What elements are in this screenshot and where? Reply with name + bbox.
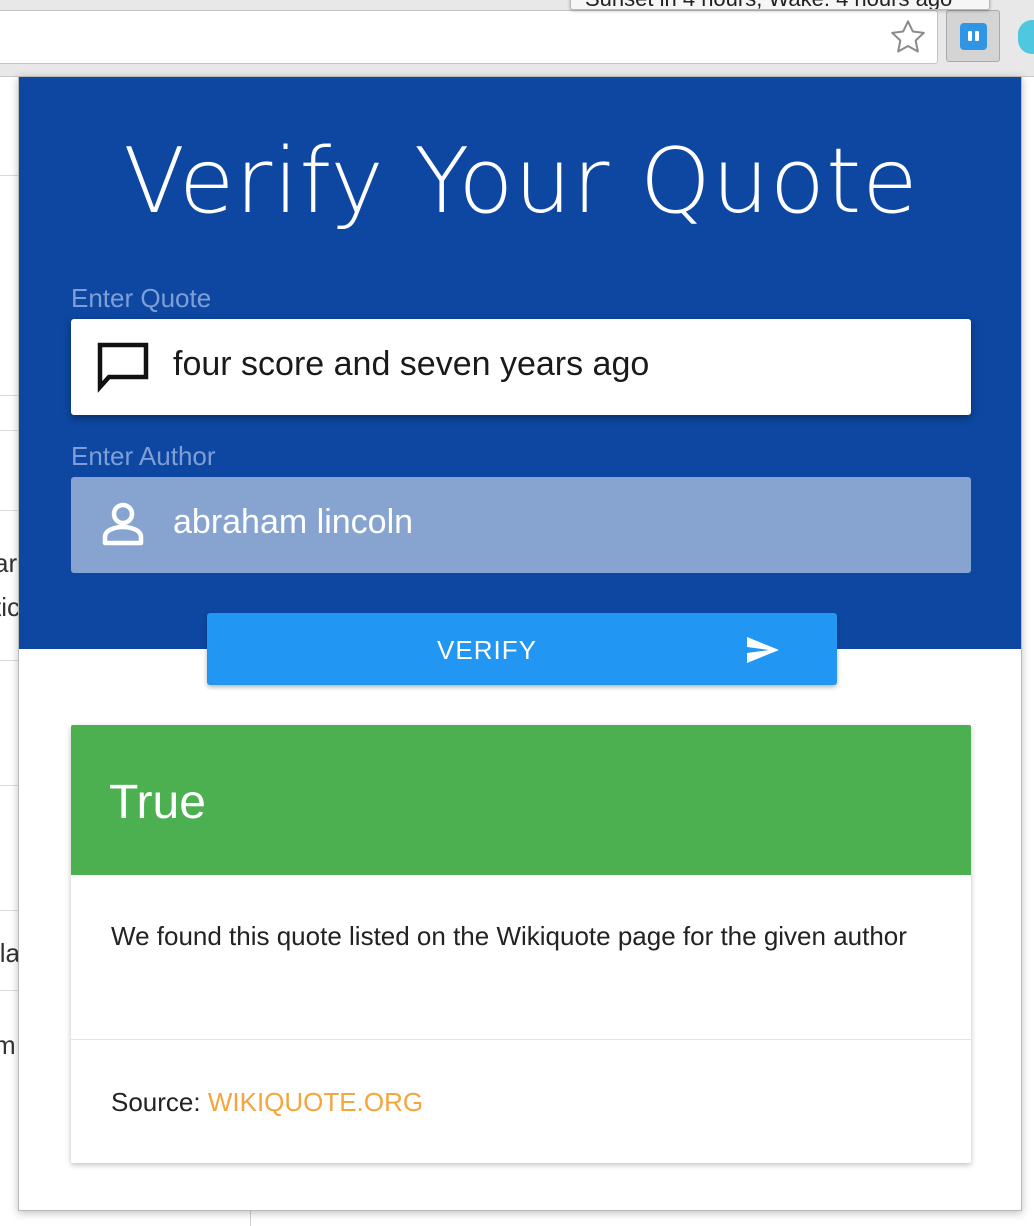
bg-divider xyxy=(0,175,20,176)
bg-divider xyxy=(0,510,20,511)
bg-divider xyxy=(0,785,20,786)
author-field-label: Enter Author xyxy=(71,441,216,471)
bg-text-fragment: m xyxy=(0,1030,16,1060)
card-divider xyxy=(71,1039,971,1040)
quote-input[interactable] xyxy=(173,345,933,384)
bg-divider xyxy=(0,910,20,911)
browser-toolbar xyxy=(0,0,1034,77)
author-input[interactable] xyxy=(173,503,933,542)
quote-field-label: Enter Quote xyxy=(71,283,212,313)
page-title: Verify Your Quote xyxy=(123,129,919,234)
source-link[interactable]: WIKIQUOTE.ORG xyxy=(208,1087,423,1117)
bg-divider xyxy=(0,430,20,431)
result-card: True We found this quote listed on the W… xyxy=(71,725,971,1163)
bg-divider xyxy=(0,990,20,991)
bg-text-fragment: ar xyxy=(0,548,18,578)
extension-button[interactable] xyxy=(946,10,1000,62)
tooltip: Sunset in 4 hours, Wake: 4 hours ago xyxy=(570,0,990,10)
extension-icon xyxy=(960,23,987,50)
verify-button[interactable]: VERIFY xyxy=(207,613,837,685)
popup-header: Verify Your Quote Enter Quote Enter Auth… xyxy=(19,77,1021,649)
bg-divider xyxy=(0,660,20,661)
star-icon[interactable] xyxy=(888,17,928,57)
extension-popup: Verify Your Quote Enter Quote Enter Auth… xyxy=(18,76,1022,1211)
result-header: True xyxy=(71,725,971,875)
person-icon xyxy=(102,502,144,546)
result-message: We found this quote listed on the Wikiqu… xyxy=(111,921,907,951)
address-bar[interactable] xyxy=(0,10,938,64)
bg-text-fragment: lla xyxy=(0,938,21,968)
result-verdict: True xyxy=(109,776,206,829)
other-extension-icon[interactable] xyxy=(1018,20,1034,54)
send-icon xyxy=(747,637,779,663)
quote-field[interactable] xyxy=(71,319,971,415)
bg-divider xyxy=(0,395,20,396)
message-square-icon xyxy=(97,342,149,393)
verify-button-label: VERIFY xyxy=(437,635,537,665)
bg-text-fragment: tic xyxy=(0,592,20,622)
source-label: Source: xyxy=(111,1087,201,1117)
author-field[interactable] xyxy=(71,477,971,573)
result-source: Source: WIKIQUOTE.ORG xyxy=(111,1087,423,1118)
